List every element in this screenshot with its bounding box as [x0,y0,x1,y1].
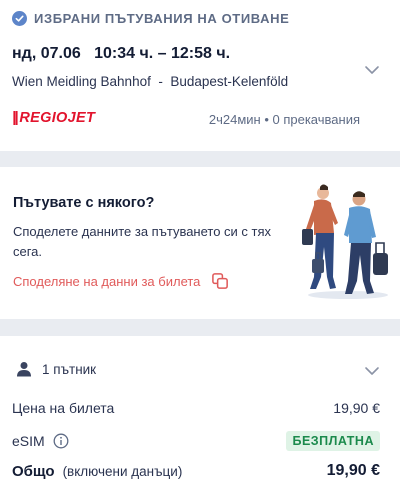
ticket-price-label: Цена на билета [12,400,115,416]
check-circle-icon [12,11,27,26]
total-taxes-note: (включени данъци) [62,463,183,479]
share-text: Споделете данните за пътуването си с тях… [13,224,272,259]
trip-duration: 2ч24мин • 0 прекачвания [208,112,360,127]
ticket-price-row: Цена на билета 19,90 € [12,400,380,416]
trip-header-label: ИЗБРАНИ ПЪТУВАНИЯ НА ОТИВАНЕ [34,11,290,26]
passenger-count: 1 пътник [42,361,97,377]
chevron-down-icon[interactable] [364,64,380,76]
share-title: Пътувате с някого? [13,195,155,211]
trip-header: ИЗБРАНИ ПЪТУВАНИЯ НА ОТИВАНЕ [12,11,289,26]
carrier-logo: || REGIOJET [12,109,95,126]
ticket-price-value: 19,90 € [333,400,380,416]
carrier-name: REGIOJET [19,109,96,126]
total-label: Общо [12,462,55,480]
esim-row: eSIM БЕЗПЛАТНА [12,431,380,451]
copy-icon[interactable] [211,272,230,291]
trip-card: ИЗБРАНИ ПЪТУВАНИЯ НА ОТИВАНЕ нд, 07.06 1… [0,0,400,151]
travelers-illustration [302,184,388,299]
share-link-label[interactable]: Споделяне на данни за билета [13,274,200,289]
carrier-logo-bars: || [12,109,19,126]
passenger-summary[interactable]: 1 пътник [16,361,96,377]
info-icon[interactable] [53,433,69,449]
trip-date-time: нд, 07.06 10:34 ч. – 12:58 ч. [12,45,231,62]
trip-stations: Wien Meidling Bahnhof - Budapest-Kelenfö… [12,74,289,89]
total-value: 19,90 € [326,462,380,479]
esim-free-badge: БЕЗПЛАТНА [286,431,380,451]
esim-label: eSIM [12,433,45,449]
share-ticket-link[interactable]: Споделяне на данни за билета [13,272,230,291]
total-label-group: Общо (включени данъци) [12,463,182,480]
person-icon [17,362,31,377]
total-row: Общо (включени данъци) 19,90 € [12,462,380,480]
esim-label-group: eSIM [12,433,69,449]
chevron-down-icon[interactable] [364,365,380,377]
